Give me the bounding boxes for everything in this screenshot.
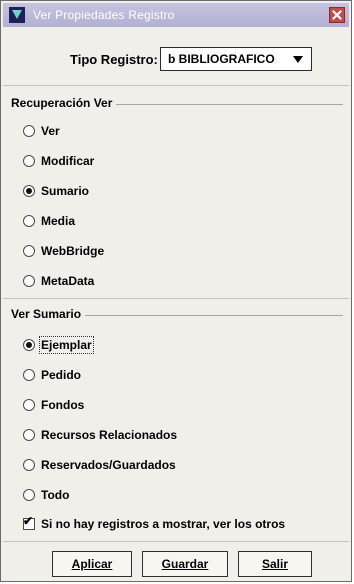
mostrar-otros-box[interactable]: ✔ (23, 514, 35, 530)
radio-ejemplar-button[interactable] (23, 339, 35, 351)
radio-ver-label: Ver (41, 124, 60, 138)
radio-fondos-button[interactable] (23, 399, 35, 411)
tipo-registro-value: b BIBLIOGRAFICO (168, 52, 275, 66)
radio-ejemplar[interactable]: Ejemplar (23, 335, 94, 355)
radio-reservados-button[interactable] (23, 459, 35, 471)
close-icon[interactable] (329, 7, 345, 23)
radio-recursos[interactable]: Recursos Relacionados (23, 425, 177, 445)
radio-reservados-label: Reservados/Guardados (41, 458, 176, 472)
mostrar-otros-label: Si no hay registros a mostrar, ver los o… (41, 517, 286, 531)
radio-ver-button[interactable] (23, 125, 35, 137)
apply-button[interactable]: Aplicar (52, 551, 132, 577)
radio-pedido[interactable]: Pedido (23, 365, 81, 385)
title-bar[interactable]: Ver Propiedades Registro (3, 3, 349, 27)
radio-fondos[interactable]: Fondos (23, 395, 84, 415)
radio-pedido-label: Pedido (41, 368, 82, 382)
radio-recursos-label: Recursos Relacionados (41, 428, 178, 442)
radio-media-label: Media (41, 214, 76, 228)
save-button-label: Guardar (161, 557, 209, 571)
divider (3, 541, 349, 542)
save-button[interactable]: Guardar (142, 551, 228, 577)
radio-fondos-label: Fondos (41, 398, 85, 412)
radio-media[interactable]: Media (23, 211, 75, 231)
radio-ejemplar-label: Ejemplar (39, 336, 94, 354)
radio-pedido-button[interactable] (23, 369, 35, 381)
divider (3, 85, 349, 86)
sumario-group: Ver Sumario (11, 307, 343, 321)
tipo-registro-select[interactable]: b BIBLIOGRAFICO (160, 47, 312, 71)
radio-ver[interactable]: Ver (23, 121, 60, 141)
divider (3, 298, 349, 299)
radio-media-button[interactable] (23, 215, 35, 227)
radio-sumario-button[interactable] (23, 185, 35, 197)
mostrar-otros-checkbox[interactable]: ✔ Si no hay registros a mostrar, ver los… (23, 514, 285, 534)
recuperacion-title: Recuperación Ver (11, 96, 117, 110)
tipo-registro-row: Tipo Registro: b BIBLIOGRAFICO (1, 45, 353, 75)
radio-recursos-button[interactable] (23, 429, 35, 441)
radio-webbridge[interactable]: WebBridge (23, 241, 104, 261)
apply-button-label: Aplicar (71, 557, 113, 571)
chevron-down-icon (293, 56, 303, 63)
radio-metadata-button[interactable] (23, 275, 35, 287)
radio-webbridge-button[interactable] (23, 245, 35, 257)
properties-dialog: Ver Propiedades Registro Tipo Registro: … (0, 0, 352, 582)
radio-modificar-label: Modificar (41, 154, 95, 168)
radio-todo[interactable]: Todo (23, 485, 69, 505)
tipo-registro-label: Tipo Registro: (70, 52, 158, 67)
radio-sumario[interactable]: Sumario (23, 181, 89, 201)
window-title: Ver Propiedades Registro (33, 8, 175, 22)
radio-metadata-label: MetaData (41, 274, 95, 288)
radio-todo-label: Todo (41, 488, 70, 502)
radio-modificar-button[interactable] (23, 155, 35, 167)
radio-webbridge-label: WebBridge (41, 244, 105, 258)
recuperacion-group: Recuperación Ver (11, 96, 343, 110)
radio-metadata[interactable]: MetaData (23, 271, 94, 291)
radio-todo-button[interactable] (23, 489, 35, 501)
sumario-title: Ver Sumario (11, 307, 86, 321)
radio-reservados[interactable]: Reservados/Guardados (23, 455, 176, 475)
checkmark-icon: ✔ (23, 514, 34, 528)
exit-button-label: Salir (261, 557, 288, 571)
radio-modificar[interactable]: Modificar (23, 151, 94, 171)
triangle-app-icon (9, 7, 25, 23)
radio-sumario-label: Sumario (41, 184, 90, 198)
exit-button[interactable]: Salir (238, 551, 312, 577)
